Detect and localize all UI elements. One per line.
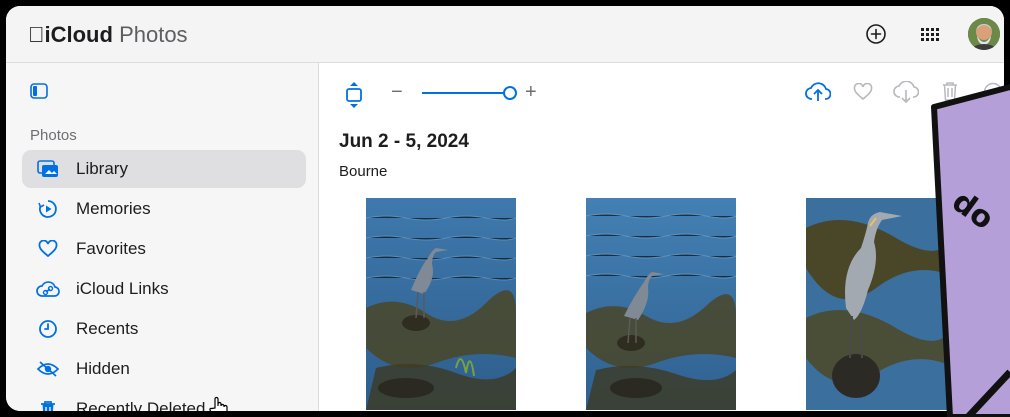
library-icon [36,157,60,181]
heron-photo-image [806,198,956,410]
title-bar: iCloud Photos [6,6,1004,63]
add-button[interactable] [864,22,888,46]
brand-icloud: iCloud [28,22,113,47]
download-icon[interactable] [893,81,919,103]
toolbar: − + [319,63,1004,113]
zoom-in-button[interactable]: + [525,81,537,104]
app-window: iCloud Photos [6,6,1004,411]
aspect-ratio-toggle-icon[interactable] [345,81,363,109]
sidebar-toggle-button[interactable] [30,83,48,104]
sidebar-item-label: Recently Deleted [76,399,206,411]
sidebar-item-recents[interactable]: Recents [22,310,306,348]
icloud-link-icon [36,277,60,301]
sidebar-section-photos: Photos [30,127,77,144]
location-label[interactable]: Bourne [339,163,387,180]
zoom-slider[interactable] [422,92,514,94]
trash-icon [36,397,60,411]
sidebar-item-icloud-links[interactable]: iCloud Links [22,270,306,308]
sidebar-item-label: Library [76,159,128,178]
favorite-heart-icon[interactable] [853,83,873,101]
main-content: − + Jun 2 - 5, 2024 Bourne [319,63,1004,411]
apple-logo-icon:  [28,22,45,47]
sidebar-item-label: Memories [76,199,151,218]
heart-icon [36,237,60,261]
photo-thumbnail[interactable] [806,198,956,410]
sidebar-item-hidden[interactable]: Hidden [22,350,306,388]
sidebar-item-label: Hidden [76,359,130,378]
upload-icon[interactable] [805,81,831,103]
sidebar-item-favorites[interactable]: Favorites [22,230,306,268]
user-photo-icon [968,18,1000,50]
sidebar-item-label: iCloud Links [76,279,169,298]
sidebar-item-recently-deleted[interactable]: Recently Deleted [22,390,306,411]
eye-slash-icon [36,357,60,381]
sidebar-icon [30,83,48,99]
zoom-out-button[interactable]: − [391,81,403,104]
date-range-heading: Jun 2 - 5, 2024 [339,131,469,152]
sidebar-item-label: Favorites [76,239,146,258]
photo-thumbnail[interactable] [586,198,736,410]
avatar[interactable] [968,18,1000,50]
memories-icon [36,197,60,221]
clock-icon [36,317,60,341]
heron-photo-image [586,198,736,410]
photo-thumbnail[interactable] [366,198,516,410]
more-icon[interactable] [983,82,1003,102]
zoom-slider-thumb[interactable] [503,86,517,100]
hand-cursor-icon [209,396,228,411]
plus-circle-icon [866,24,886,44]
sidebar-item-memories[interactable]: Memories [22,190,306,228]
brand-photos: Photos [102,22,188,47]
sidebar-item-library[interactable]: Library [22,150,306,188]
grid-icon [921,28,939,41]
heron-photo-image [366,198,516,410]
delete-icon[interactable] [941,80,959,102]
app-title[interactable]: iCloud Photos [28,22,188,48]
sidebar-item-label: Recents [76,319,139,338]
sidebar: Photos Library Memories Favorites iCloud… [6,63,319,411]
apps-grid-button[interactable] [918,22,942,46]
